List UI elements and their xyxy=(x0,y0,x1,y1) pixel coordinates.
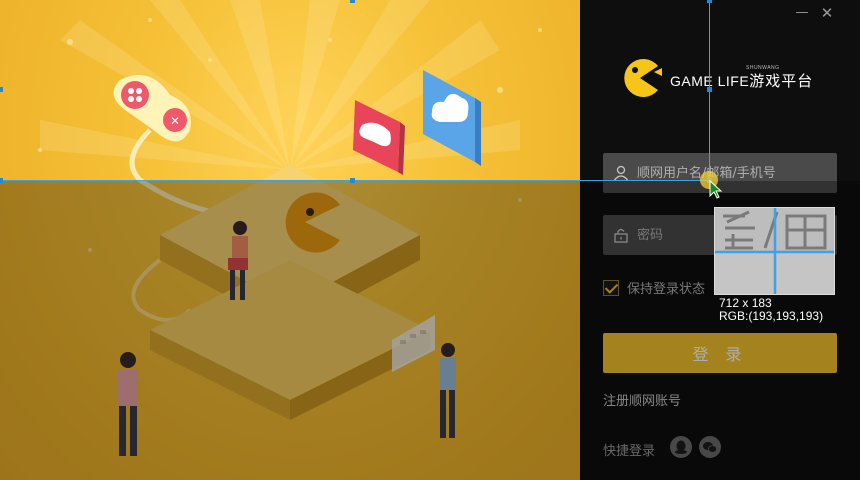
close-button[interactable]: ✕ xyxy=(818,4,836,22)
selection-handle-bottom-left[interactable] xyxy=(0,178,3,183)
minimize-button[interactable]: — xyxy=(793,4,811,22)
pacman-logo-icon xyxy=(624,59,662,97)
login-button[interactable]: 登 录 xyxy=(603,333,837,373)
selection-handle-right[interactable] xyxy=(707,87,712,92)
wechat-login-button[interactable] xyxy=(699,436,721,458)
gamepad-icon: ✕ xyxy=(113,75,191,142)
wechat-icon xyxy=(703,442,718,453)
username-input[interactable] xyxy=(637,153,833,193)
lock-icon xyxy=(614,228,628,243)
magnifier-info: 712 x 183 RGB:(193,193,193) xyxy=(719,297,823,323)
user-icon xyxy=(613,165,629,181)
selection-handle-bottom[interactable] xyxy=(350,178,355,183)
mouse-cursor-icon xyxy=(700,171,723,199)
hero-illustration: ✕ xyxy=(0,0,580,480)
remember-label: 保持登录状态 xyxy=(627,282,706,297)
register-link[interactable]: 注册顺网账号 xyxy=(603,390,681,409)
svg-text:✕: ✕ xyxy=(170,114,180,128)
selection-handle-top-right[interactable] xyxy=(707,0,712,3)
qq-icon xyxy=(675,440,687,454)
selection-handle-left[interactable] xyxy=(0,87,3,92)
brand-cn: 游戏平台 xyxy=(749,73,814,90)
brand-name: GAME LIFE游戏平台 xyxy=(670,70,813,91)
illustration-graphic: ✕ xyxy=(38,0,542,456)
quick-login-label: 快捷登录 xyxy=(603,444,656,459)
remember-login-option[interactable]: 保持登录状态 xyxy=(603,278,705,297)
pixel-rgb-text: RGB:(193,193,193) xyxy=(719,309,824,323)
brand-logo: SHUNWANG GAME LIFE游戏平台 xyxy=(618,58,838,98)
selection-handle-top[interactable] xyxy=(350,0,355,3)
magnifier-zoom xyxy=(715,208,834,294)
capture-magnifier xyxy=(714,207,835,295)
platform-graphic xyxy=(150,165,430,420)
selection-bottom-edge[interactable] xyxy=(0,180,710,181)
qq-login-button[interactable] xyxy=(670,436,692,458)
remember-checkbox[interactable] xyxy=(603,279,619,296)
